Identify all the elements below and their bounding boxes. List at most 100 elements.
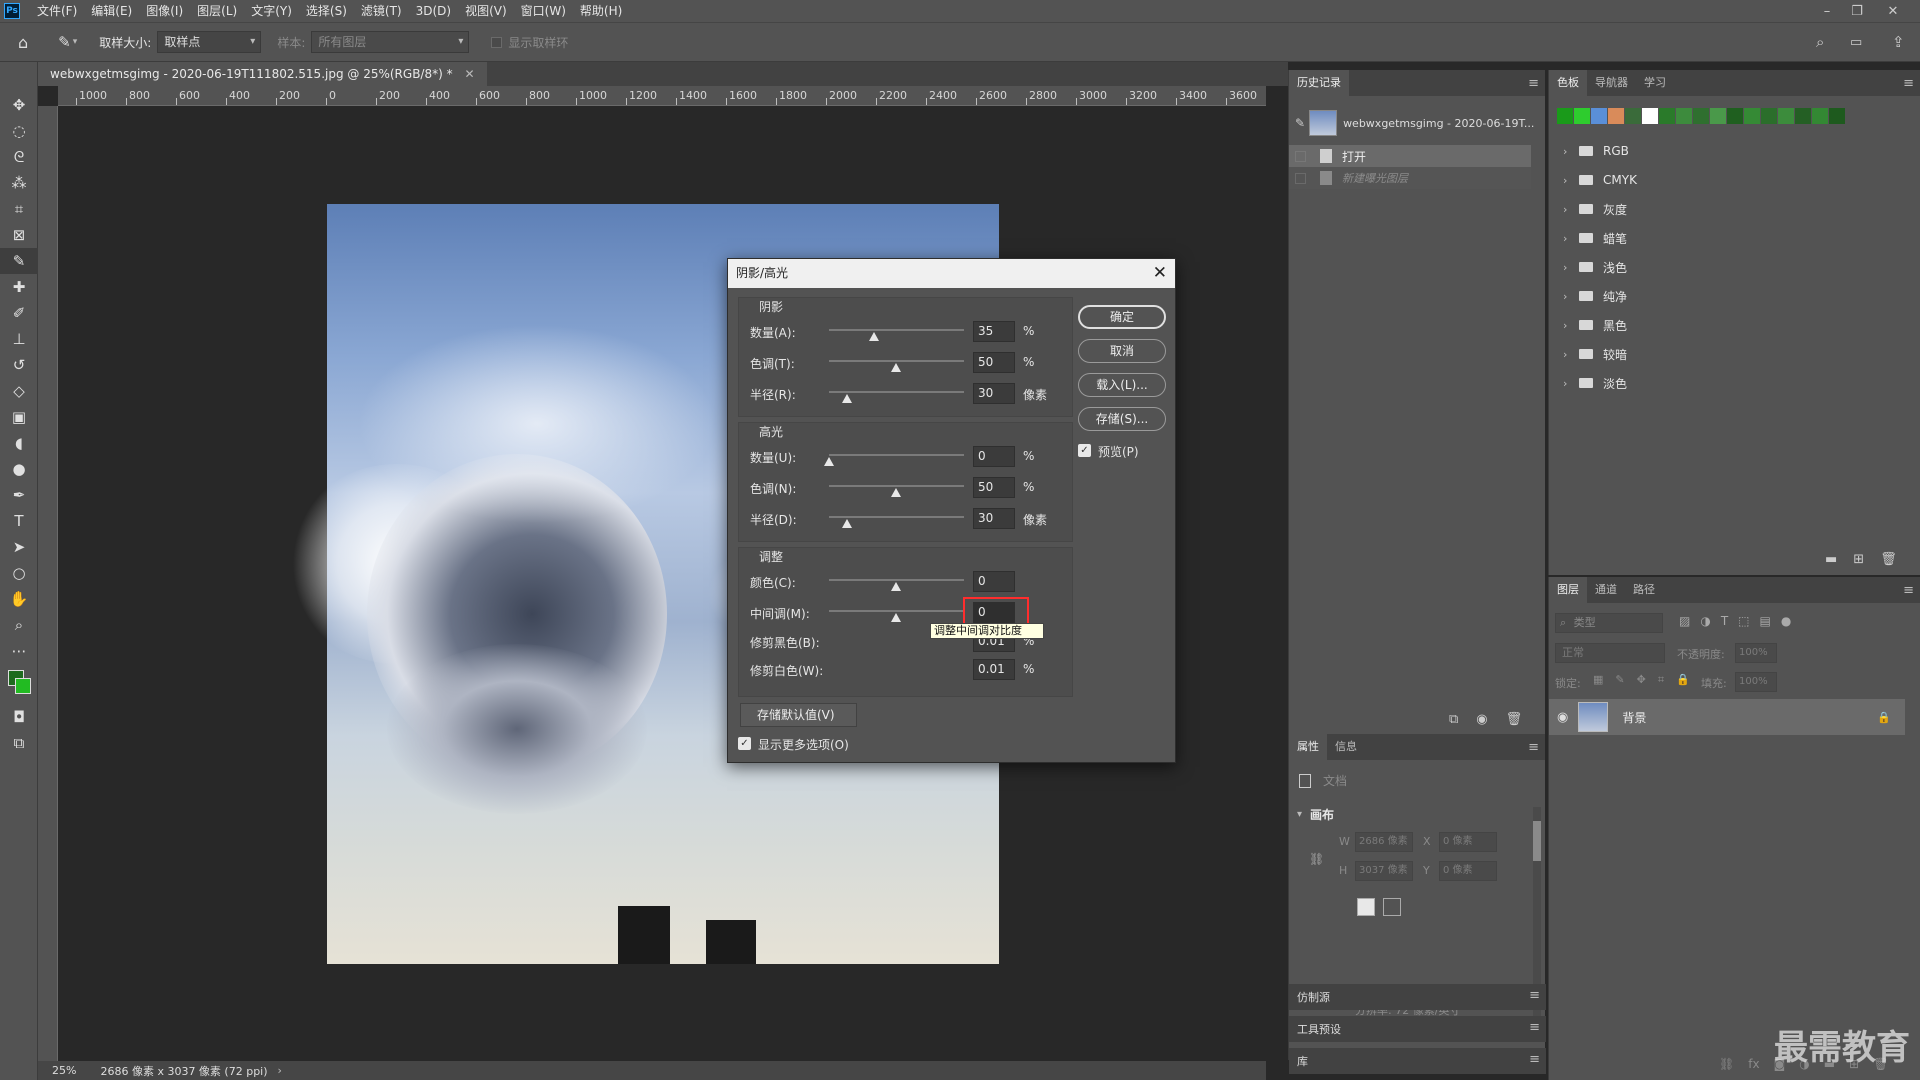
type-layer-filter-icon[interactable]: T [1721, 614, 1728, 628]
menu-view[interactable]: 视图(V) [458, 0, 514, 22]
link-layers-icon[interactable]: ⛓ [1719, 1057, 1734, 1071]
document-tab[interactable]: webwxgetmsgimg - 2020-06-19T111802.515.j… [38, 62, 487, 86]
restore-icon[interactable]: ❐ [1842, 0, 1872, 22]
landscape-orientation-icon[interactable] [1383, 898, 1401, 916]
swatch-folder[interactable]: › 纯净 [1563, 283, 1627, 309]
highlight-radius-thumb[interactable] [842, 519, 852, 528]
hand-tool-icon[interactable]: ✋ [0, 586, 38, 612]
type-tool-icon[interactable]: T [0, 508, 38, 534]
shadow-amount-slider[interactable] [829, 329, 964, 331]
save-defaults-button[interactable]: 存储默认值(V) [740, 703, 857, 727]
shadow-radius-thumb[interactable] [842, 394, 852, 403]
menu-help[interactable]: 帮助(H) [573, 0, 629, 22]
smart-object-filter-icon[interactable]: ▤ [1760, 614, 1771, 628]
color-swatch[interactable] [1642, 108, 1658, 124]
crop-tool-icon[interactable]: ⌗ [0, 196, 38, 222]
width-input[interactable]: 2686 像素 [1355, 832, 1413, 852]
visibility-eye-icon[interactable]: ◉ [1557, 710, 1568, 725]
swatch-folder[interactable]: › 浅色 [1563, 254, 1627, 280]
panel-menu-icon[interactable]: ≡ [1529, 1052, 1540, 1067]
clone-source-header[interactable]: 仿制源 ≡ [1289, 984, 1546, 1010]
highlight-tone-input[interactable]: 50 [973, 477, 1015, 498]
opacity-input[interactable]: 100% [1735, 643, 1777, 663]
new-document-from-state-icon[interactable]: ⧉ [1449, 712, 1458, 727]
chevron-right-icon[interactable]: › [1563, 377, 1579, 390]
shape-layer-filter-icon[interactable]: ⬚ [1738, 614, 1749, 628]
menu-file[interactable]: 文件(F) [30, 0, 84, 22]
trash-icon[interactable]: 🗑 [1880, 552, 1897, 567]
history-snapshot[interactable]: ✎ webwxgetmsgimg - 2020-06-19T... [1289, 106, 1546, 140]
color-swatch[interactable] [1778, 108, 1794, 124]
clone-stamp-tool-icon[interactable]: ⊥ [0, 326, 38, 352]
close-window-icon[interactable]: ✕ [1878, 0, 1908, 22]
more-tools-icon[interactable]: ⋯ [0, 638, 38, 664]
y-input[interactable]: 0 像素 [1439, 861, 1497, 881]
midtone-thumb[interactable] [891, 613, 901, 622]
healing-brush-tool-icon[interactable]: ✚ [0, 274, 38, 300]
color-swatches[interactable] [0, 664, 37, 704]
color-swatch[interactable] [1744, 108, 1760, 124]
color-swatch[interactable] [1625, 108, 1641, 124]
menu-window[interactable]: 窗口(W) [514, 0, 573, 22]
color-swatch[interactable] [1710, 108, 1726, 124]
library-header[interactable]: 库 ≡ [1289, 1048, 1546, 1074]
x-input[interactable]: 0 像素 [1439, 832, 1497, 852]
zoom-level[interactable]: 25% [52, 1064, 76, 1077]
show-ring-checkbox[interactable] [491, 36, 503, 48]
ok-button[interactable]: 确定 [1078, 305, 1166, 329]
more-options-checkbox[interactable]: ✓ [738, 737, 751, 750]
tab-layers[interactable]: 图层 [1549, 577, 1587, 603]
tab-info[interactable]: 信息 [1327, 734, 1365, 760]
status-chevron-icon[interactable]: › [278, 1064, 282, 1077]
menu-layer[interactable]: 图层(L) [190, 0, 244, 22]
swatch-folder[interactable]: › RGB [1563, 138, 1629, 164]
color-swatch[interactable] [1591, 108, 1607, 124]
shadow-tone-thumb[interactable] [891, 363, 901, 372]
color-swatch[interactable] [1659, 108, 1675, 124]
chevron-right-icon[interactable]: › [1563, 319, 1579, 332]
height-input[interactable]: 3037 像素 [1355, 861, 1413, 881]
tab-history[interactable]: 历史记录 [1289, 70, 1349, 96]
shadow-tone-input[interactable]: 50 [973, 352, 1015, 373]
ellipse-tool-icon[interactable]: ○ [0, 560, 38, 586]
swatch-folder[interactable]: › 淡色 [1563, 370, 1627, 396]
chevron-right-icon[interactable]: › [1563, 174, 1579, 187]
highlight-radius-input[interactable]: 30 [973, 508, 1015, 529]
swatch-folder[interactable]: › 黑色 [1563, 312, 1627, 338]
lock-image-icon[interactable]: ✎ [1615, 673, 1624, 687]
pixel-layer-filter-icon[interactable]: ▨ [1679, 614, 1690, 628]
shadow-amount-input[interactable]: 35 [973, 321, 1015, 342]
chevron-right-icon[interactable]: › [1563, 145, 1579, 158]
color-input[interactable]: 0 [973, 571, 1015, 592]
panel-menu-icon[interactable]: ≡ [1528, 740, 1539, 755]
tool-presets-header[interactable]: 工具预设 ≡ [1289, 1016, 1546, 1042]
chevron-right-icon[interactable]: › [1563, 232, 1579, 245]
tab-navigator[interactable]: 导航器 [1587, 70, 1636, 96]
trash-icon[interactable]: 🗑 [1506, 712, 1523, 727]
shadow-tone-slider[interactable] [829, 360, 964, 362]
background-color-icon[interactable] [15, 678, 31, 694]
history-item[interactable]: 打开 [1289, 145, 1531, 167]
workspace-icon[interactable]: ▭ [1850, 35, 1862, 50]
history-item[interactable]: 新建曝光图层 [1289, 167, 1531, 189]
color-thumb[interactable] [891, 582, 901, 591]
zoom-tool-icon[interactable]: ⌕ [0, 612, 38, 638]
tab-paths[interactable]: 路径 [1625, 577, 1663, 603]
fx-icon[interactable]: fx [1748, 1057, 1759, 1071]
menu-type[interactable]: 文字(Y) [244, 0, 299, 22]
eraser-tool-icon[interactable]: ◇ [0, 378, 38, 404]
color-swatch[interactable] [1676, 108, 1692, 124]
blend-mode-select[interactable]: 正常 [1555, 643, 1665, 663]
panel-menu-icon[interactable]: ≡ [1903, 583, 1914, 598]
menu-filter[interactable]: 滤镜(T) [354, 0, 409, 22]
gradient-tool-icon[interactable]: ▣ [0, 404, 38, 430]
share-icon[interactable]: ⇪ [1892, 33, 1905, 51]
lock-all-icon[interactable]: 🔒 [1676, 673, 1690, 687]
magic-wand-tool-icon[interactable]: ⁂ [0, 170, 38, 196]
panel-menu-icon[interactable]: ≡ [1529, 988, 1540, 1003]
minimize-icon[interactable]: – [1812, 0, 1842, 22]
color-swatch[interactable] [1608, 108, 1624, 124]
history-brush-checkbox[interactable] [1295, 172, 1306, 184]
link-icon[interactable]: ⛓ [1309, 852, 1324, 866]
scrollbar-thumb[interactable] [1533, 821, 1541, 861]
